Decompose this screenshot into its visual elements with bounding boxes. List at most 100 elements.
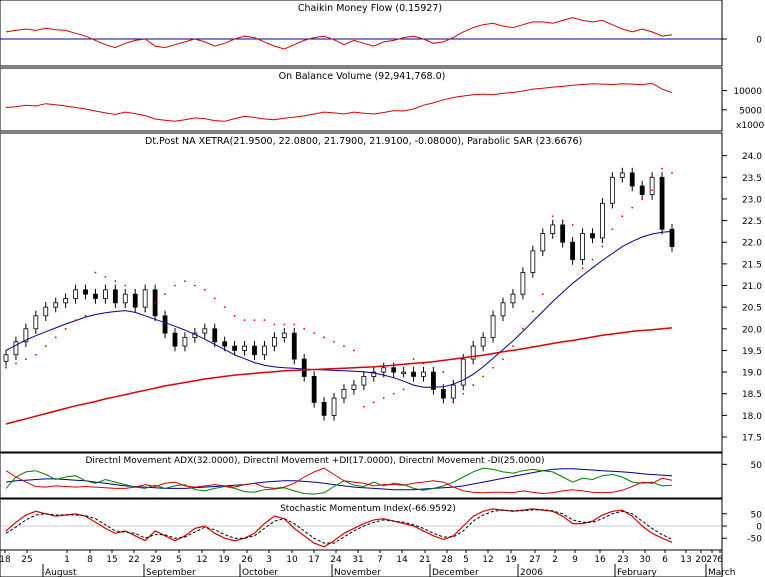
- price-candle: [550, 224, 556, 234]
- price-candle: [381, 367, 387, 373]
- price-candle: [659, 176, 665, 230]
- psar-dot: [134, 288, 137, 291]
- psar-dot: [174, 284, 176, 287]
- dmi-title: Directnl Movement ADX(32.0000), Directnl…: [85, 456, 544, 466]
- psar-dot: [193, 284, 196, 287]
- price-candle: [480, 337, 486, 347]
- stock-chart: Chaikin Money Flow (0.15927) On Balance …: [0, 0, 765, 577]
- price-candle: [619, 172, 625, 178]
- psar-dot: [641, 198, 644, 200]
- psar-dot: [422, 362, 425, 365]
- psar-dot: [502, 358, 504, 360]
- x-month-label: August: [45, 568, 77, 577]
- psar-dot: [74, 319, 77, 322]
- psar-dot: [54, 336, 57, 339]
- price-candle: [520, 272, 526, 295]
- x-day-tick-label: 6: [662, 555, 668, 565]
- psar-dot: [571, 224, 574, 226]
- psar-dot: [402, 388, 405, 391]
- price-candle: [590, 233, 595, 239]
- x-day-tick-label: 18: [0, 555, 11, 565]
- price-candle: [43, 306, 49, 317]
- psar-dot: [114, 280, 117, 283]
- price-candle: [341, 388, 347, 399]
- x-day-tick-label: 20: [695, 555, 707, 565]
- price-candle: [252, 345, 257, 356]
- x-day-tick-label: 5: [463, 555, 469, 565]
- price-candle: [142, 289, 148, 308]
- price-candle: [401, 371, 407, 374]
- obv-tick-label: 10000: [733, 87, 762, 97]
- psar-dot: [432, 366, 435, 369]
- price-tick-label: 19.0: [742, 369, 762, 379]
- price-candle: [232, 345, 238, 351]
- price-candle: [580, 233, 585, 260]
- price-candle: [331, 397, 337, 416]
- x-day-tick-label: 1: [64, 555, 70, 565]
- x-day-tick-label: 27: [529, 555, 540, 565]
- psar-dot: [561, 219, 564, 222]
- price-candle: [600, 202, 605, 239]
- psar-dot: [104, 275, 107, 278]
- x-month-label: September: [146, 568, 196, 577]
- price-candle: [242, 345, 247, 351]
- x-day-tick-label: 3: [266, 555, 272, 565]
- psar-dot: [392, 392, 395, 395]
- x-day-tick-label: 21: [419, 555, 430, 565]
- price-candle: [271, 337, 277, 347]
- price-tick-label: 22.5: [742, 217, 762, 227]
- smi-tick-label: 0: [756, 523, 762, 533]
- psar-dot: [462, 392, 465, 395]
- psar-dot: [184, 280, 186, 283]
- price-candle: [83, 289, 88, 295]
- psar-dot: [243, 319, 246, 322]
- price-candle: [281, 332, 287, 338]
- psar-dot: [154, 301, 157, 304]
- price-candle: [182, 337, 188, 347]
- x-month-label: February: [617, 568, 658, 577]
- x-day-tick-label: 25: [21, 555, 32, 565]
- psar-dot: [94, 271, 97, 274]
- psar-dot: [283, 323, 286, 326]
- price-candle: [222, 341, 228, 347]
- x-day-tick-label: 16: [594, 555, 606, 565]
- chart-background: [0, 0, 765, 577]
- price-title: Dt.Post NA XETRA(21.9500, 22.0800, 21.79…: [145, 136, 582, 147]
- smi-tick-label: -50: [747, 535, 762, 545]
- psar-dot: [323, 336, 325, 339]
- price-candle: [321, 401, 327, 416]
- psar-dot: [661, 167, 663, 170]
- psar-dot: [5, 366, 7, 369]
- psar-dot: [591, 258, 594, 261]
- psar-dot: [372, 401, 375, 404]
- psar-dot: [621, 215, 624, 218]
- obv-multiplier: x10000: [736, 121, 765, 131]
- psar-dot: [442, 371, 445, 373]
- x-day-tick-label: 9: [572, 555, 578, 565]
- psar-dot: [233, 314, 236, 317]
- x-day-tick-label: 5: [176, 555, 182, 565]
- dmi-tick-label: 50: [751, 461, 763, 471]
- price-candle: [202, 328, 208, 334]
- price-candle: [212, 328, 218, 343]
- price-candle: [411, 371, 416, 377]
- psar-dot: [223, 306, 226, 309]
- price-tick-label: 20.5: [742, 304, 762, 314]
- x-month-label: December: [432, 568, 479, 577]
- price-candle: [3, 354, 9, 362]
- price-tick-label: 23.0: [742, 195, 762, 205]
- price-candle: [301, 358, 307, 377]
- smi-tick-label: 50: [751, 510, 763, 520]
- price-candle: [33, 315, 39, 330]
- price-tick-label: 21.5: [742, 260, 762, 270]
- price-tick-label: 18.5: [742, 390, 762, 400]
- psar-dot: [203, 288, 206, 291]
- psar-dot: [541, 293, 544, 296]
- x-day-tick-label: 28: [441, 555, 453, 565]
- psar-dot: [144, 310, 147, 313]
- psar-dot: [601, 245, 604, 248]
- x-month-label: March: [708, 568, 735, 577]
- price-candle: [63, 298, 69, 304]
- psar-dot: [343, 345, 345, 348]
- psar-dot: [631, 206, 634, 209]
